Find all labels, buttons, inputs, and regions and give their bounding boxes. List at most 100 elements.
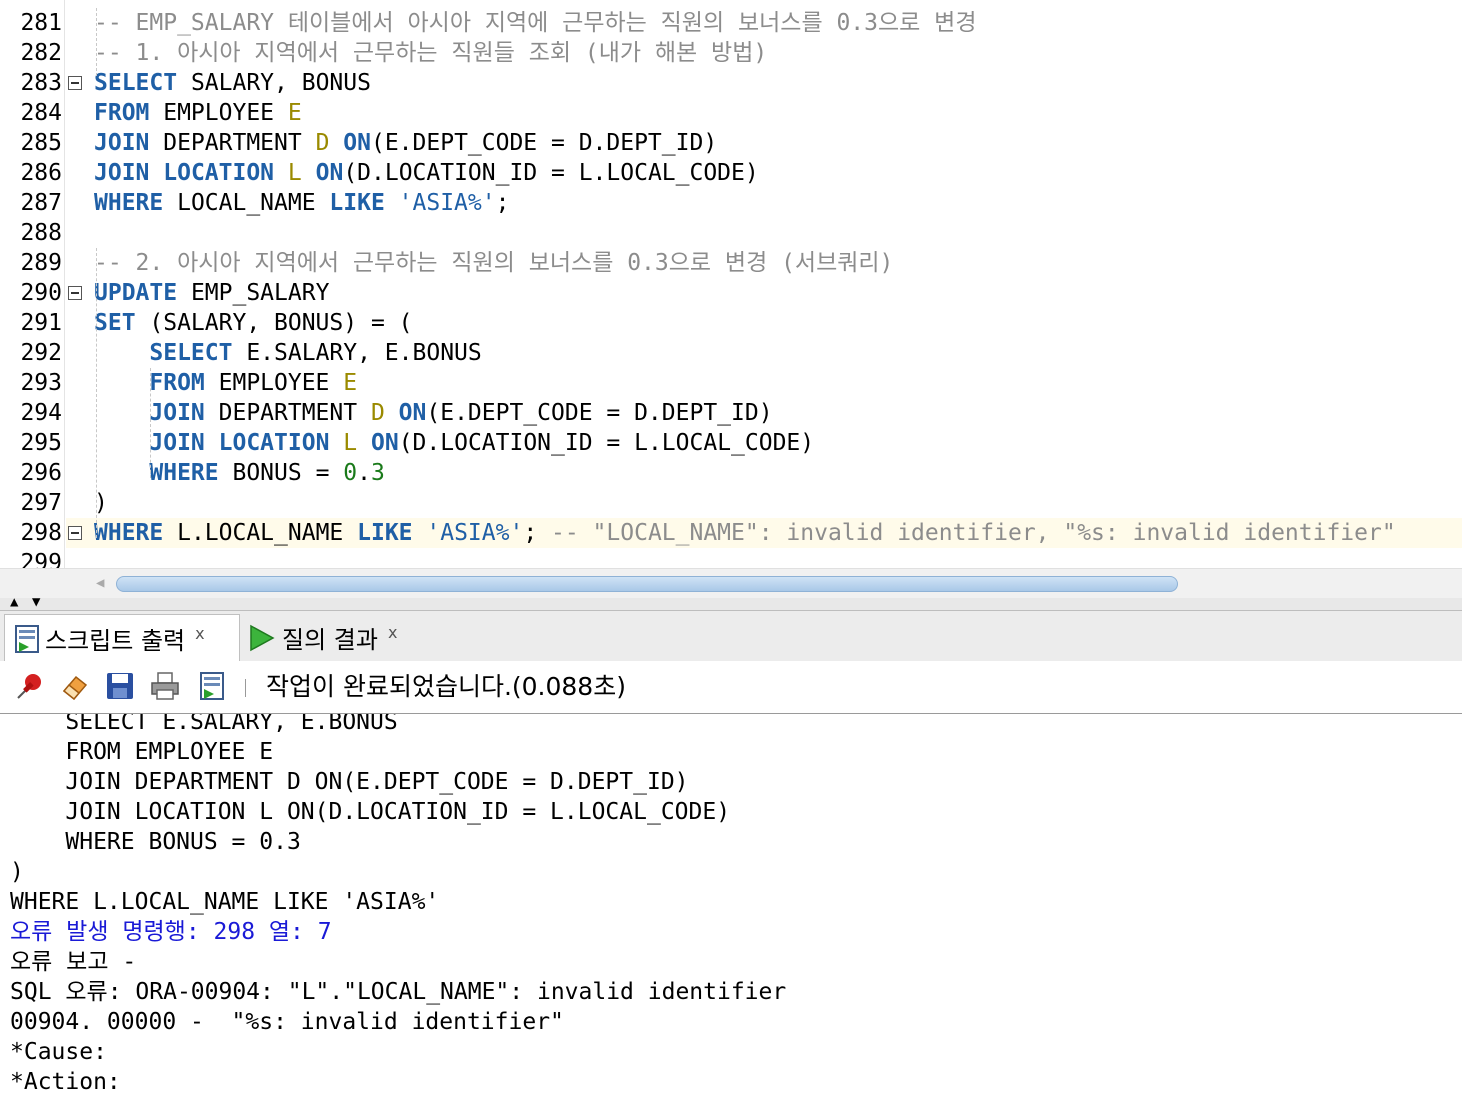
code-token: LIKE <box>357 520 413 546</box>
panel-splitter[interactable]: ▲ ▼ <box>0 594 1462 611</box>
code-token: ; <box>523 520 552 546</box>
code-token: D <box>315 130 330 156</box>
code-token: ON <box>371 430 399 456</box>
output-tabs: 스크립트 출력 x 질의 결과 x <box>0 611 1462 662</box>
code-line[interactable]: JOIN DEPARTMENT D ON(E.DEPT_CODE = D.DEP… <box>94 128 717 158</box>
line-number: 283 <box>20 70 62 96</box>
run-query-icon <box>250 624 275 651</box>
tab-query-result[interactable]: 질의 결과 x <box>246 614 426 661</box>
code-token: (E.DEPT_CODE = D.DEPT_ID) <box>426 400 773 426</box>
code-line[interactable]: SELECT SALARY, BONUS <box>94 68 371 98</box>
code-line[interactable]: JOIN LOCATION L ON(D.LOCATION_ID = L.LOC… <box>94 158 759 188</box>
line-number: 296 <box>20 460 62 486</box>
code-line[interactable]: WHERE L.LOCAL_NAME LIKE 'ASIA%'; -- "LOC… <box>94 518 1396 548</box>
code-line[interactable]: JOIN DEPARTMENT D ON(E.DEPT_CODE = D.DEP… <box>94 398 773 428</box>
sql-editor[interactable]: 281 -- EMP_SALARY 테이블에서 아시아 지역에 근무하는 직원의 … <box>0 0 1462 568</box>
save-icon[interactable] <box>105 671 135 701</box>
code-line[interactable]: WHERE BONUS = 0.3 <box>94 458 384 488</box>
code-line[interactable]: -- 2. 아시아 지역에서 근무하는 직원의 보너스를 0.3으로 변경 (서… <box>94 248 893 278</box>
code-token: LOCATION <box>218 430 330 456</box>
output-line: JOIN LOCATION L ON(D.LOCATION_ID = L.LOC… <box>10 799 731 825</box>
tab-script-output[interactable]: 스크립트 출력 x <box>4 614 240 662</box>
code-line[interactable]: FROM EMPLOYEE E <box>94 98 302 128</box>
code-token: ON <box>343 130 371 156</box>
status-message: 작업이 완료되었습니다.(0.088초) <box>266 672 626 701</box>
code-token: 0 <box>343 460 358 486</box>
code-line[interactable]: -- EMP_SALARY 테이블에서 아시아 지역에 근무하는 직원의 보너스… <box>94 8 977 38</box>
script-output-icon[interactable] <box>198 671 228 701</box>
output-line: *Cause: <box>10 1039 107 1065</box>
script-output-panel[interactable]: SELECT E.SALARY, E.BONUS FROM EMPLOYEE E… <box>0 714 1462 1114</box>
code-token: FROM <box>94 100 150 126</box>
scrollbar-thumb[interactable] <box>116 576 1178 592</box>
output-line: JOIN DEPARTMENT D ON(E.DEPT_CODE = D.DEP… <box>10 769 689 795</box>
output-line: 00904. 00000 - "%s: invalid identifier" <box>10 1009 564 1035</box>
close-tab-icon[interactable]: x <box>388 623 397 642</box>
line-number: 292 <box>20 340 62 366</box>
horizontal-scrollbar[interactable]: ◀ <box>0 568 1462 599</box>
code-token: -- 2. 아시아 지역에서 근무하는 직원의 보너스를 0.3으로 변경 (서… <box>94 250 894 276</box>
collapse-down-icon[interactable]: ▼ <box>32 594 40 610</box>
fold-toggle-icon[interactable] <box>68 286 82 300</box>
code-token: WHERE <box>149 460 219 486</box>
code-token: (SALARY, BONUS) = ( <box>135 310 413 336</box>
output-toolbar: 작업이 완료되었습니다.(0.088초) <box>0 661 1462 715</box>
close-tab-icon[interactable]: x <box>195 624 204 643</box>
code-line[interactable]: FROM EMPLOYEE E <box>94 368 357 398</box>
print-icon[interactable] <box>150 671 180 701</box>
code-token: (D.LOCATION_ID = L.LOCAL_CODE) <box>398 430 815 456</box>
code-token: SELECT <box>149 340 233 366</box>
line-number: 294 <box>20 400 62 426</box>
code-token: LOCAL_NAME <box>163 190 330 216</box>
code-token: . <box>357 460 371 486</box>
pin-icon[interactable] <box>14 671 44 701</box>
indent-guide <box>96 248 97 538</box>
code-line[interactable]: -- 1. 아시아 지역에서 근무하는 직원들 조회 (내가 해본 방법) <box>94 38 767 68</box>
output-line: WHERE BONUS = 0.3 <box>10 829 301 855</box>
code-line[interactable]: JOIN LOCATION L ON(D.LOCATION_ID = L.LOC… <box>94 428 814 458</box>
code-token: LIKE <box>329 190 385 216</box>
line-number: 298 <box>20 520 62 546</box>
code-token: ON <box>398 400 427 426</box>
code-token: WHERE <box>94 520 164 546</box>
fold-toggle-icon[interactable] <box>68 526 82 540</box>
code-token: 'ASIA%' <box>398 190 496 216</box>
tab-label: 질의 결과 <box>282 626 378 654</box>
scroll-left-icon[interactable]: ◀ <box>96 575 104 591</box>
line-number: 285 <box>20 130 62 156</box>
toolbar-separator <box>245 679 246 697</box>
code-token: -- EMP_SALARY 테이블에서 아시아 지역에 근무하는 직원의 보너스… <box>94 10 977 36</box>
output-line: SELECT E.SALARY, E.BONUS <box>10 714 398 735</box>
tab-label: 스크립트 출력 <box>45 627 186 655</box>
line-number: 297 <box>20 490 62 516</box>
code-token: E <box>287 100 302 126</box>
code-token: JOIN <box>149 430 205 456</box>
output-line: 오류 보고 - <box>10 949 137 975</box>
code-token: L.LOCAL_NAME <box>163 520 358 546</box>
code-token: JOIN <box>94 130 150 156</box>
code-line[interactable]: SELECT E.SALARY, E.BONUS <box>94 338 482 368</box>
code-token: DEPARTMENT <box>149 130 316 156</box>
script-output-icon <box>15 624 39 653</box>
code-token: (E.DEPT_CODE = D.DEPT_ID) <box>370 130 718 156</box>
code-line[interactable]: SET (SALARY, BONUS) = ( <box>94 308 413 338</box>
code-line[interactable]: WHERE LOCAL_NAME LIKE 'ASIA%'; <box>94 188 509 218</box>
eraser-icon[interactable] <box>60 671 90 701</box>
code-token: EMP_SALARY <box>177 280 330 306</box>
code-token: LOCATION <box>163 160 275 186</box>
fold-toggle-icon[interactable] <box>68 76 82 90</box>
code-token: ; <box>495 190 510 216</box>
output-line: SQL 오류: ORA-00904: "L"."LOCAL_NAME": inv… <box>10 979 787 1005</box>
code-token: E.SALARY, E.BONUS <box>232 340 482 366</box>
collapse-up-icon[interactable]: ▲ <box>10 594 18 610</box>
code-token: SET <box>94 310 136 336</box>
code-line[interactable]: UPDATE EMP_SALARY <box>94 278 329 308</box>
output-line: ) <box>10 859 24 885</box>
